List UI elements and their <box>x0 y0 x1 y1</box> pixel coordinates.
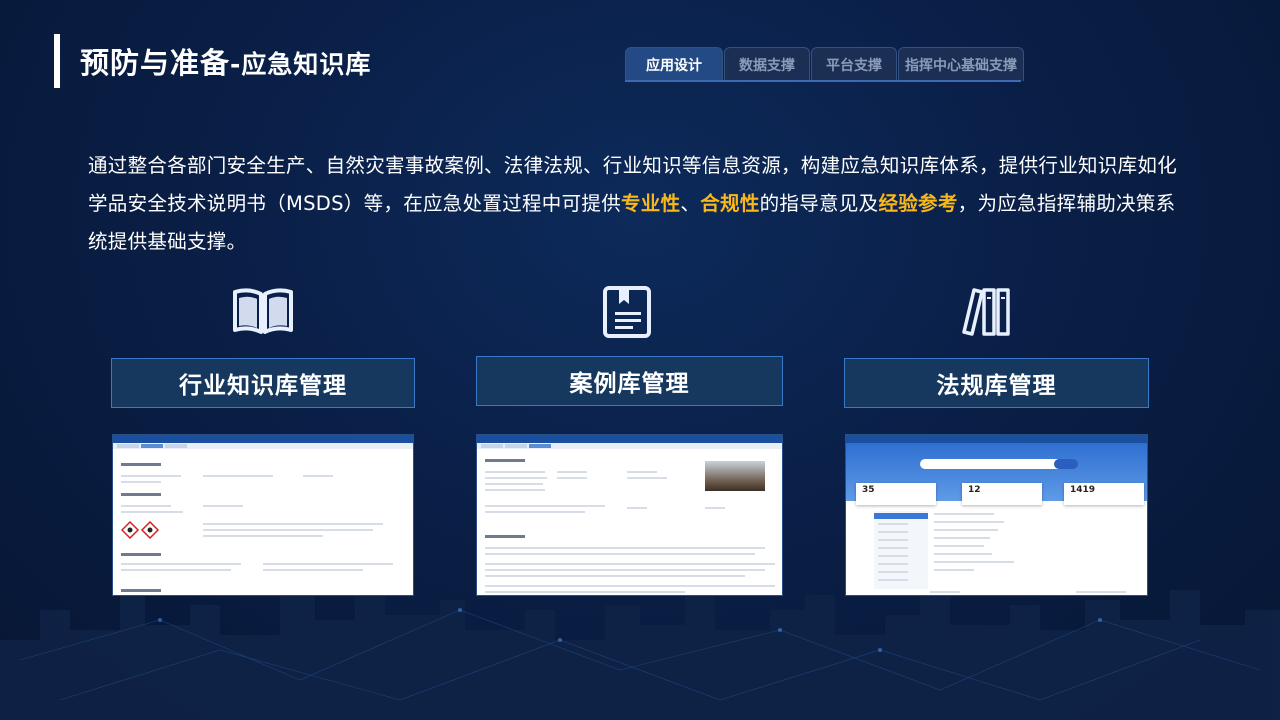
case-library-screenshot <box>476 434 783 596</box>
card-case-library-title: 案例库管理 <box>569 371 690 397</box>
screenshot-header <box>477 435 782 443</box>
section-tabs: 应用设计 数据支撑 平台支撑 指挥中心基础支撑 <box>625 47 1024 81</box>
law-library-screenshot: 35 12 1419 <box>845 434 1148 596</box>
intro-highlight-compliance: 合规性 <box>700 192 760 215</box>
screenshot-header <box>846 435 1147 443</box>
law-search-input[interactable] <box>920 459 1074 469</box>
stat-card: 12 <box>962 483 1042 505</box>
page-title-sub: -应急知识库 <box>230 50 372 79</box>
stat-value: 35 <box>862 485 875 495</box>
card-law-library[interactable]: 法规库管理 <box>844 358 1149 408</box>
open-book-icon <box>233 288 293 334</box>
stat-value: 12 <box>968 485 981 495</box>
stat-value: 1419 <box>1070 485 1096 495</box>
intro-highlight-experience: 经验参考 <box>878 192 958 215</box>
law-category-sidebar <box>874 511 928 589</box>
books-shelf-icon <box>962 288 1010 336</box>
stat-card: 1419 <box>1064 483 1144 505</box>
card-industry-knowledge[interactable]: 行业知识库管理 <box>111 358 415 408</box>
tab-command-center-support[interactable]: 指挥中心基础支撑 <box>898 47 1024 81</box>
card-law-library-title: 法规库管理 <box>936 373 1057 399</box>
industry-knowledge-screenshot <box>112 434 414 596</box>
card-case-library[interactable]: 案例库管理 <box>476 356 783 406</box>
stat-card: 35 <box>856 483 936 505</box>
tab-platform-support[interactable]: 平台支撑 <box>811 47 897 81</box>
card-industry-knowledge-title: 行业知识库管理 <box>179 373 347 399</box>
screenshot-header <box>113 435 413 443</box>
title-accent-bar <box>54 34 60 88</box>
tab-data-support[interactable]: 数据支撑 <box>724 47 810 81</box>
tabs-underline <box>625 80 1021 82</box>
page-title: 预防与准备-应急知识库 <box>80 40 371 82</box>
hazard-diamond-icon <box>121 521 160 539</box>
law-search-button[interactable] <box>1054 459 1078 469</box>
intro-text-2: 的指导意见及 <box>759 192 879 215</box>
intro-highlight-professional: 专业性 <box>621 192 681 215</box>
intro-paragraph: 通过整合各部门安全生产、自然灾害事故案例、法律法规、行业知识等信息资源，构建应急… <box>88 147 1188 261</box>
page-title-main: 预防与准备 <box>80 46 231 80</box>
case-photo <box>705 461 765 491</box>
document-book-icon <box>603 286 651 338</box>
tab-app-design[interactable]: 应用设计 <box>625 47 723 81</box>
intro-separator: 、 <box>680 192 701 215</box>
